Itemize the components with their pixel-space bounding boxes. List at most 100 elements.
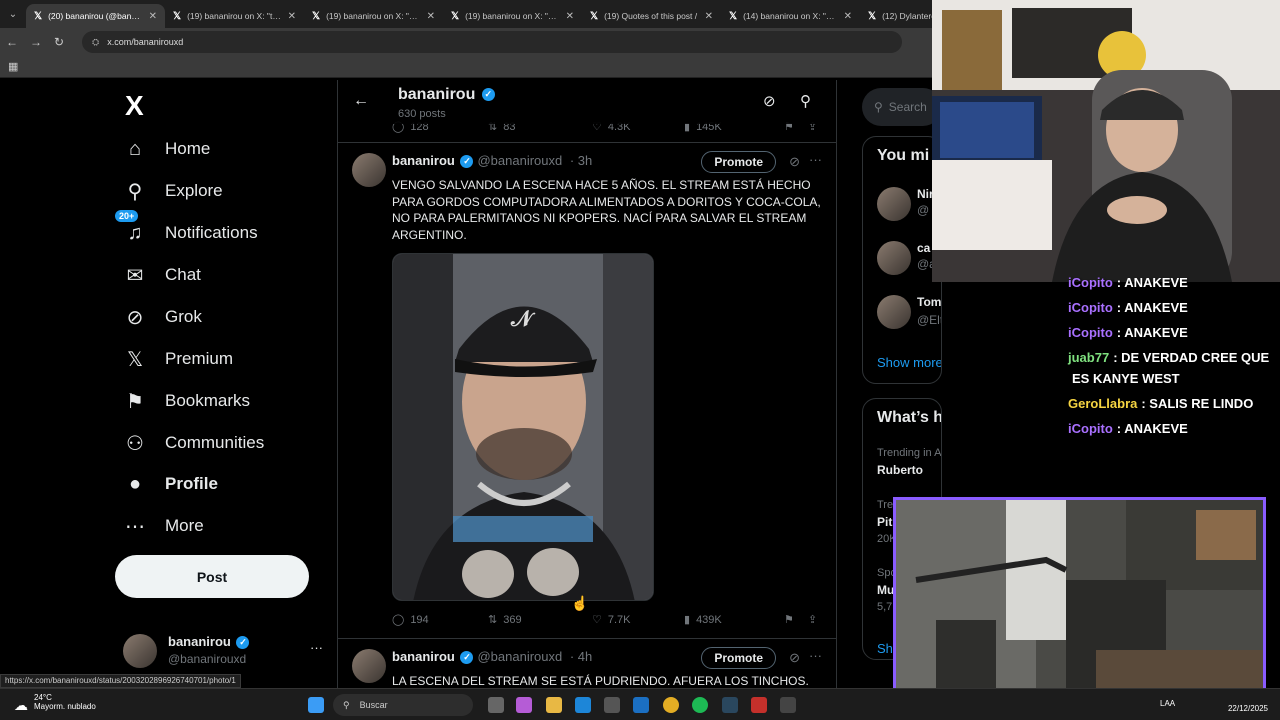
- trend-count: 5,7: [877, 601, 893, 613]
- trend-context: Trending in Argentina: [877, 447, 942, 459]
- browser-tab[interactable]: 𝕏 (19) Quotes of this post / ✕: [582, 4, 721, 28]
- edge-icon[interactable]: [575, 697, 591, 713]
- avatar[interactable]: [877, 241, 911, 275]
- start-icon[interactable]: [308, 697, 324, 713]
- close-icon[interactable]: ✕: [288, 11, 296, 22]
- views-button[interactable]: ▮ 439K: [684, 613, 784, 627]
- outlook-icon[interactable]: [633, 697, 649, 713]
- reload-icon[interactable]: ↻: [54, 35, 64, 49]
- weather-widget[interactable]: ☁ 24°C Mayorm. nublado: [14, 693, 96, 713]
- page-title: bananirou ✓: [398, 86, 495, 104]
- nav-label: Grok: [165, 307, 202, 326]
- show-more-link[interactable]: Show more: [877, 355, 941, 370]
- x-favicon-icon: 𝕏: [312, 10, 321, 22]
- spotify-icon[interactable]: [692, 697, 708, 713]
- site-info-icon[interactable]: ⛭: [92, 37, 99, 48]
- store-icon[interactable]: [604, 697, 620, 713]
- browser-tab[interactable]: 𝕏 (19) bananirou on X: "par ✕: [443, 4, 582, 28]
- mouse-cursor-icon: ☝: [571, 595, 589, 611]
- bookmark-icon: ⚑: [126, 390, 144, 413]
- nav-item-explore[interactable]: ⚲ Explore: [123, 174, 223, 208]
- post-button[interactable]: Post: [115, 555, 309, 598]
- nav-item-grok[interactable]: ⊘ Grok: [123, 300, 202, 334]
- nav-label: Notifications: [165, 223, 258, 242]
- promote-button[interactable]: Promote: [701, 647, 776, 669]
- reply-button[interactable]: ◯ 194: [392, 613, 488, 627]
- grok-icon[interactable]: ⊘: [789, 650, 800, 666]
- language-indicator[interactable]: LAA: [1160, 699, 1175, 708]
- trend-name[interactable]: Pit: [877, 515, 892, 529]
- tab-search-icon[interactable]: ⌄: [0, 0, 26, 28]
- more-icon[interactable]: ···: [310, 640, 323, 655]
- bookmark-icon[interactable]: ⚑: [784, 613, 808, 626]
- clock[interactable]: 22/12/2025: [1228, 694, 1268, 713]
- nav-item-communities[interactable]: ⚇ Communities: [123, 426, 264, 460]
- account-switcher[interactable]: bananirou ✓ @bananirouxd ···: [123, 632, 323, 672]
- browser-tab[interactable]: 𝕏 (19) bananirou on X: "par ✕: [304, 4, 443, 28]
- tweet[interactable]: bananirou ✓ @bananirouxd · 3h Promote ⊘ ·…: [338, 142, 836, 638]
- nav-item-more[interactable]: ⋯ More: [123, 509, 204, 543]
- webcam-illustration: [932, 0, 1280, 282]
- nav-item-bookmarks[interactable]: ⚑ Bookmarks: [123, 384, 250, 418]
- steam-icon[interactable]: [722, 697, 738, 713]
- task-view-icon[interactable]: [488, 697, 504, 713]
- nav-item-premium[interactable]: 𝕏 Premium: [123, 342, 233, 376]
- tweet-author[interactable]: bananirou ✓ @bananirouxd · 4h: [392, 649, 592, 665]
- avatar[interactable]: [352, 153, 386, 187]
- url-field[interactable]: ⛭ x.com/bananirouxd: [82, 31, 902, 53]
- trend-name[interactable]: Ruberto: [877, 463, 923, 477]
- browser-tab[interactable]: 𝕏 (19) bananirou on X: "tira ✕: [165, 4, 304, 28]
- search-icon[interactable]: ⚲: [800, 92, 811, 110]
- browser-tab[interactable]: 𝕏 (20) bananirou (@banani ✕: [26, 4, 165, 28]
- status-url: https://x.com/bananirouxd/status/2003202…: [0, 674, 241, 688]
- avatar[interactable]: [877, 187, 911, 221]
- like-button[interactable]: ♡ 7.7K: [592, 613, 684, 627]
- close-icon[interactable]: ✕: [566, 11, 574, 22]
- close-icon[interactable]: ✕: [427, 11, 435, 22]
- more-icon[interactable]: ···: [809, 152, 822, 167]
- show-more-link[interactable]: Sh: [877, 641, 893, 656]
- browser-tab[interactable]: 𝕏 (14) bananirou on X: "me ✕: [721, 4, 860, 28]
- taskbar-search[interactable]: ⚲ Buscar: [333, 694, 473, 716]
- avatar[interactable]: [352, 649, 386, 683]
- search-input[interactable]: ⚲ Search: [862, 88, 942, 126]
- chat-message: ES KANYE WEST: [1068, 371, 1180, 386]
- weather-text: Mayorm. nublado: [34, 702, 96, 711]
- share-icon[interactable]: ⇪: [808, 613, 817, 626]
- nav-label: Explore: [165, 181, 223, 200]
- x-favicon-icon: 𝕏: [729, 10, 738, 22]
- app-icon[interactable]: [780, 697, 796, 713]
- follow-name[interactable]: Tomex: [917, 295, 941, 309]
- more-icon[interactable]: ···: [809, 648, 822, 663]
- tweet-photo[interactable]: 𝒩: [392, 253, 654, 601]
- grok-icon[interactable]: ⊘: [763, 92, 776, 110]
- trend-name[interactable]: Mu: [877, 583, 894, 597]
- x-logo-icon[interactable]: X: [125, 90, 144, 122]
- nav-item-profile[interactable]: ● Profile: [123, 467, 218, 501]
- promote-button[interactable]: Promote: [701, 151, 776, 173]
- repost-button[interactable]: ⇅ 369: [488, 613, 592, 627]
- verified-badge-icon: ✓: [236, 636, 250, 650]
- apps-grid-icon[interactable]: ▦: [8, 60, 18, 73]
- x-premium-icon: 𝕏: [126, 348, 144, 371]
- close-icon[interactable]: ✕: [844, 11, 852, 22]
- nav-item-notifications[interactable]: ♫ 20+ Notifications: [115, 209, 258, 250]
- close-icon[interactable]: ✕: [705, 11, 713, 22]
- forward-arrow-icon[interactable]: →: [30, 35, 42, 49]
- avatar[interactable]: [877, 295, 911, 329]
- streamer-webcam: [932, 0, 1280, 282]
- back-arrow-icon[interactable]: ←: [353, 92, 369, 110]
- file-explorer-icon[interactable]: [546, 697, 562, 713]
- follow-name[interactable]: ca: [917, 241, 930, 255]
- chrome-icon[interactable]: [663, 697, 679, 713]
- app-icon[interactable]: [751, 697, 767, 713]
- chat-username: iCopito: [1068, 325, 1113, 340]
- nav-item-home[interactable]: ⌂ Home: [123, 132, 210, 166]
- grok-icon[interactable]: ⊘: [789, 154, 800, 170]
- back-arrow-icon[interactable]: ←: [6, 35, 18, 49]
- close-icon[interactable]: ✕: [149, 11, 157, 22]
- mail-icon: ✉: [126, 264, 144, 287]
- nav-item-chat[interactable]: ✉ Chat: [123, 258, 201, 292]
- copilot-icon[interactable]: [516, 697, 532, 713]
- tweet-author[interactable]: bananirou ✓ @bananirouxd · 3h: [392, 153, 592, 169]
